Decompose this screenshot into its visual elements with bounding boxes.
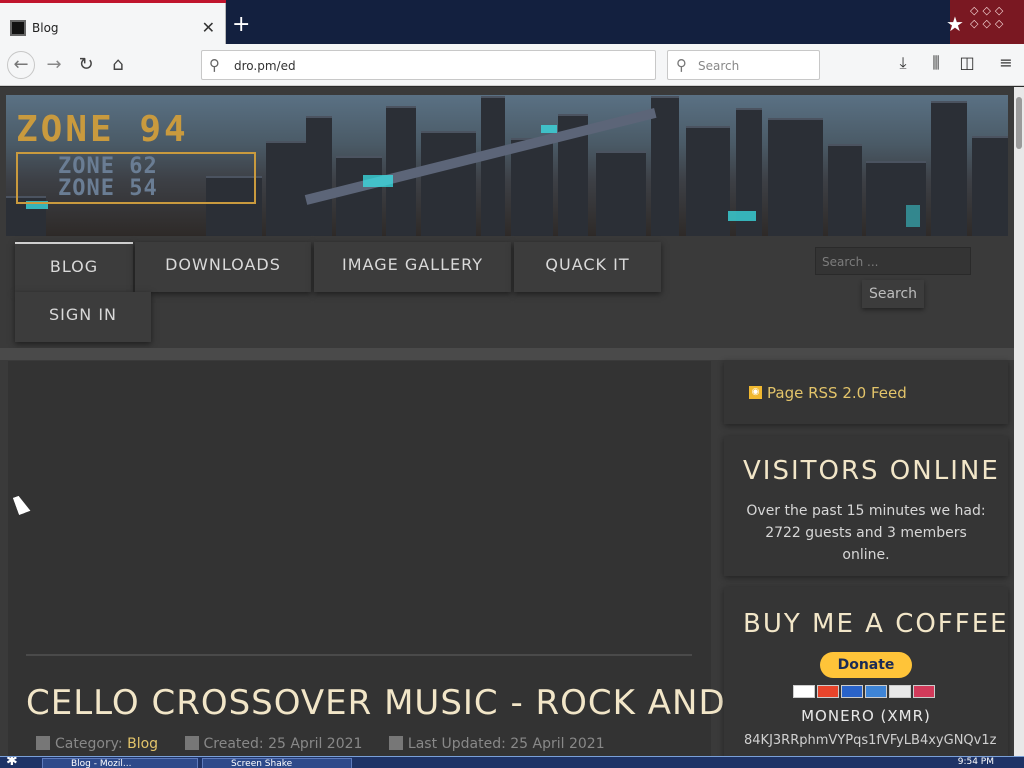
discover-icon <box>889 685 911 698</box>
banner-light <box>906 205 920 227</box>
banner-light <box>541 125 557 133</box>
browser-toolbar: ← → ↻ ⌂ ⚲ dro.pm/ed ⚲ Search ⤓ ⫼ ◫ ≡ <box>0 44 1024 86</box>
logo-main-text: ZONE 94 <box>16 109 189 150</box>
banner-building <box>972 136 1008 236</box>
forward-icon[interactable]: → <box>41 52 67 78</box>
start-icon[interactable]: ✱ <box>6 757 18 768</box>
site-search-button[interactable]: Search <box>862 280 924 308</box>
donate-button[interactable]: Donate <box>820 652 912 678</box>
logo-sub-box: ZONE 62 ZONE 54 <box>16 152 256 204</box>
meta-category: Category: Blog <box>36 736 158 752</box>
rss-icon: ◉ <box>749 386 762 399</box>
menu-item-downloads[interactable]: DOWNLOADS <box>135 242 311 292</box>
scrollbar-thumb[interactable] <box>1016 97 1022 149</box>
rss-widget: ◉ Page RSS 2.0 Feed <box>724 360 1008 424</box>
banner-building <box>336 156 382 236</box>
logo-sub-text-1: ZONE 62 <box>58 154 158 179</box>
visitors-widget: VISITORS ONLINE Over the past 15 minutes… <box>724 436 1008 576</box>
banner-building <box>931 101 967 236</box>
folder-icon <box>36 736 50 750</box>
os-taskbar: ✱ Blog - Mozil... Screen Shake 9:54 PM <box>0 756 1024 768</box>
menu-item-blog[interactable]: BLOG <box>15 242 133 292</box>
rss-feed-link[interactable]: Page RSS 2.0 Feed <box>767 384 907 402</box>
banner-building <box>596 151 646 236</box>
page-scrollbar[interactable] <box>1014 87 1024 756</box>
article-meta: Category: Blog Created: 25 April 2021 La… <box>36 736 627 752</box>
reload-icon[interactable]: ↻ <box>73 52 99 78</box>
menu-item-sign-in[interactable]: SIGN IN <box>15 292 151 342</box>
meta-created: Created: 25 April 2021 <box>184 736 363 752</box>
banner-building <box>768 118 823 236</box>
site-logo[interactable]: ZONE 94 ZONE 62 ZONE 54 <box>16 109 256 204</box>
site-search-input[interactable]: Search ... <box>815 247 971 275</box>
mastercard-icon <box>817 685 839 698</box>
updated-date: Last Updated: 25 April 2021 <box>407 736 605 752</box>
banner-building <box>828 144 862 236</box>
banner-building <box>306 116 332 236</box>
taskbar-task-screen-shake[interactable]: Screen Shake <box>202 758 352 768</box>
browser-tab-strip: Blog ✕ + ★ ◇◇◇ ◇◇◇ <box>0 0 1024 44</box>
menu-item-image-gallery[interactable]: IMAGE GALLERY <box>314 242 511 292</box>
jcb-icon <box>913 685 935 698</box>
calendar-icon <box>184 736 199 750</box>
taskbar-task-browser[interactable]: Blog - Mozil... <box>42 758 198 768</box>
pattern-decoration: ◇◇◇ ◇◇◇ <box>970 4 1008 30</box>
url-bar[interactable]: ⚲ dro.pm/ed <box>201 50 656 80</box>
maestro-icon <box>841 685 863 698</box>
banner-building <box>481 96 505 236</box>
monero-address[interactable]: 84KJ3RRphmVYPqs1fVFyLB4xyGNQv1z <box>744 733 996 748</box>
payment-cards <box>793 683 937 702</box>
browser-tab[interactable]: Blog ✕ <box>0 3 226 44</box>
close-tab-icon[interactable]: ✕ <box>202 18 215 37</box>
web-page: ZONE 94 ZONE 62 ZONE 54 BLOG DOWNLOADS I… <box>0 87 1014 756</box>
meta-updated: Last Updated: 25 April 2021 <box>388 736 605 752</box>
category-link[interactable]: Blog <box>127 736 158 752</box>
url-value: dro.pm/ed <box>234 59 296 73</box>
visa-icon <box>793 685 815 698</box>
category-label: Category: <box>55 736 123 752</box>
banner-light <box>728 211 756 221</box>
site-search-placeholder: Search ... <box>822 255 879 269</box>
visitors-title: VISITORS ONLINE <box>743 456 1000 486</box>
article-rule <box>26 654 692 656</box>
new-tab-icon[interactable]: + <box>232 14 250 36</box>
coffee-widget: BUY ME A COFFEE Donate MONERO (XMR) 84KJ… <box>724 587 1008 756</box>
browser-search-box[interactable]: ⚲ Search <box>667 50 820 80</box>
library-icon[interactable]: ⫼ <box>924 53 948 73</box>
taskbar-clock: 9:54 PM <box>957 757 994 767</box>
site-banner: ZONE 94 ZONE 62 ZONE 54 <box>6 95 1008 236</box>
coffee-title: BUY ME A COFFEE <box>743 609 1009 639</box>
calendar-icon <box>388 736 403 750</box>
banner-building <box>266 141 306 236</box>
hamburger-menu-icon[interactable]: ≡ <box>994 53 1018 72</box>
banner-building <box>511 138 553 236</box>
star-icon: ★ <box>946 12 964 36</box>
theme-decoration: ★ ◇◇◇ ◇◇◇ <box>946 0 1024 44</box>
sidebar-icon[interactable]: ◫ <box>955 53 979 72</box>
article-area: CELLO CROSSOVER MUSIC - ROCK AND METAL C… <box>8 361 853 756</box>
home-icon[interactable]: ⌂ <box>105 52 131 78</box>
tab-title: Blog <box>32 21 59 35</box>
search-icon: ⚲ <box>676 56 687 74</box>
content-divider <box>0 348 1014 360</box>
amex-icon <box>865 685 887 698</box>
site-favicon-icon <box>10 20 26 36</box>
banner-building <box>421 131 476 236</box>
logo-sub-text-2: ZONE 54 <box>58 176 158 201</box>
banner-light <box>363 175 393 187</box>
menu-item-quack-it[interactable]: QUACK IT <box>514 242 661 292</box>
search-icon: ⚲ <box>209 56 220 74</box>
browser-search-placeholder: Search <box>698 59 740 73</box>
downloads-icon[interactable]: ⤓ <box>891 53 915 73</box>
visitors-text: Over the past 15 minutes we had: 2722 gu… <box>746 503 986 563</box>
banner-building <box>686 126 730 236</box>
monero-label: MONERO (XMR) <box>801 707 931 725</box>
back-icon[interactable]: ← <box>7 51 35 79</box>
created-date: Created: 25 April 2021 <box>203 736 363 752</box>
